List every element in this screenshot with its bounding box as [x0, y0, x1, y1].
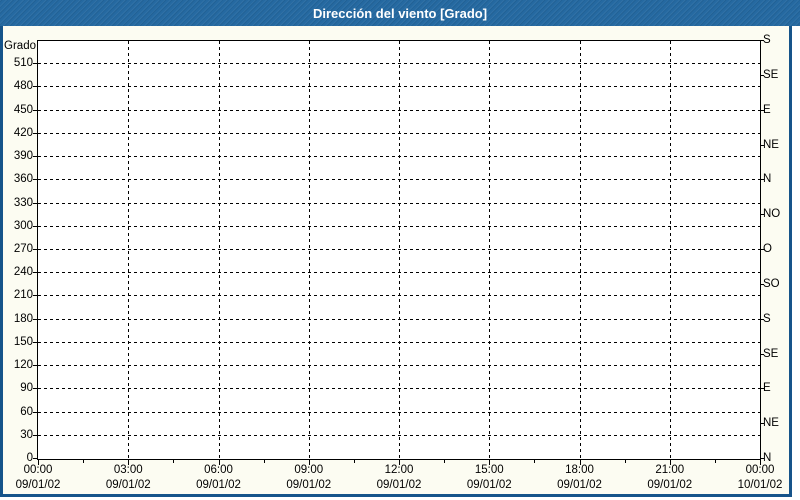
application-window: Dirección del viento [Grado] Grado 0 30 60… — [0, 0, 800, 500]
chart-title: Dirección del viento [Grado] — [312, 5, 488, 21]
chart-frame — [0, 26, 792, 497]
title-bar: Dirección del viento [Grado] — [0, 0, 800, 26]
